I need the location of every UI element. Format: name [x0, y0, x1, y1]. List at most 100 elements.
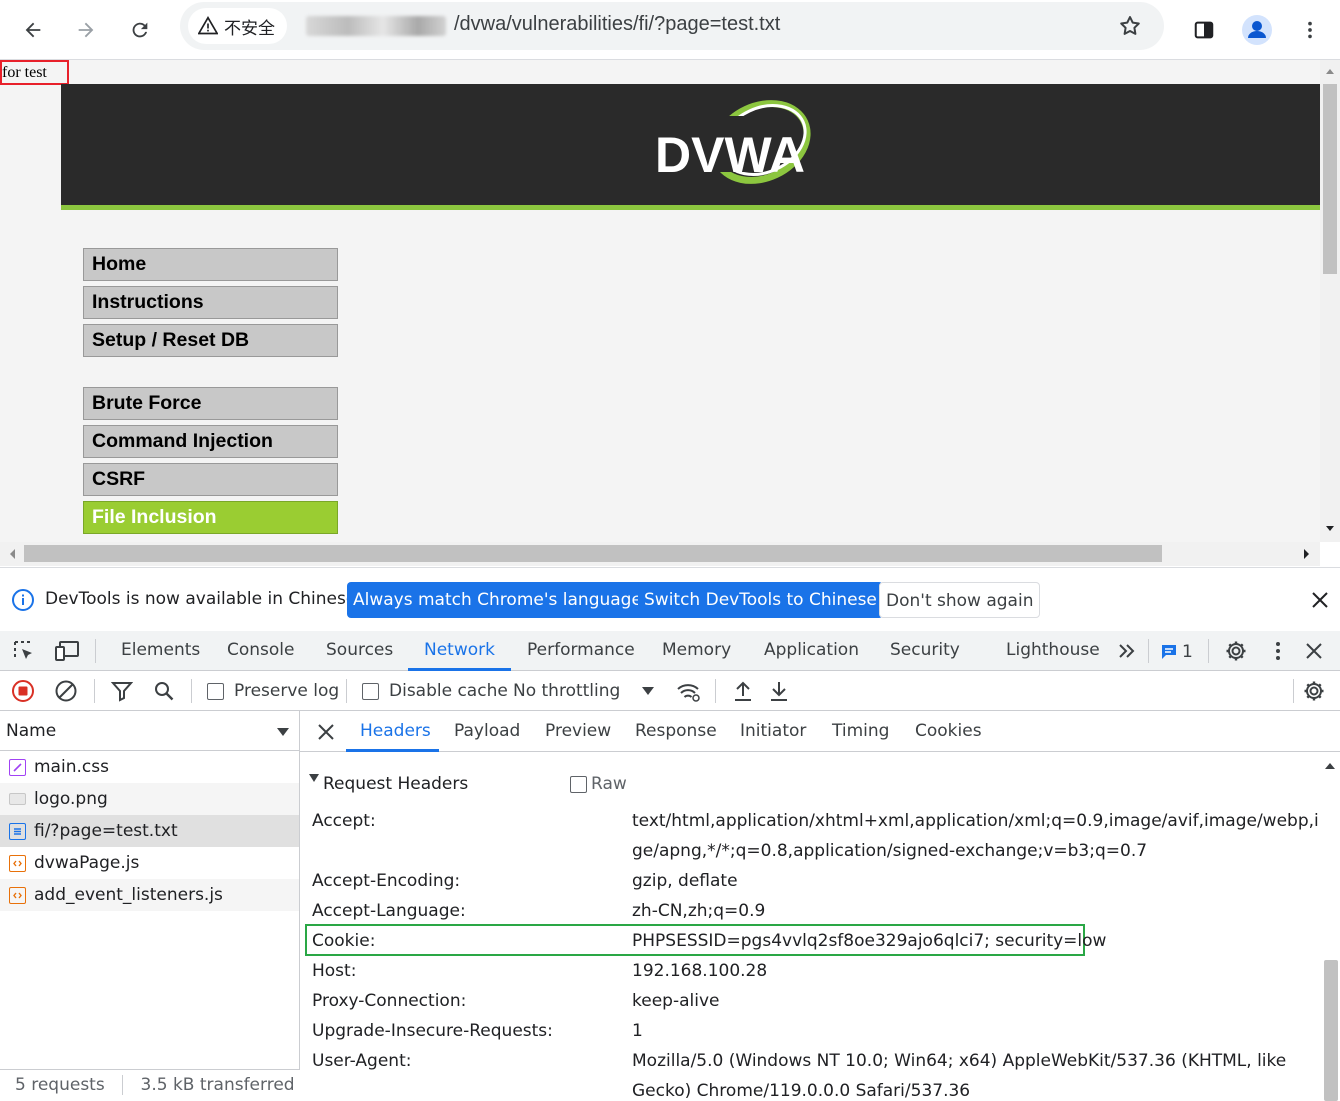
close-icon[interactable] — [317, 723, 335, 741]
name-column-header[interactable]: Name — [0, 711, 299, 751]
tab-console[interactable]: Console — [227, 640, 295, 660]
raw-checkbox[interactable] — [570, 776, 587, 793]
page-vertical-scrollbar[interactable] — [1320, 60, 1340, 542]
separator — [122, 1075, 124, 1095]
request-row[interactable]: fi/?page=test.txt — [0, 815, 299, 847]
network-settings-gear-icon[interactable] — [1302, 679, 1326, 703]
issues-count[interactable]: 1 — [1182, 642, 1193, 662]
tab-response[interactable]: Response — [635, 721, 717, 741]
chevron-down-icon[interactable] — [641, 686, 655, 696]
more-tabs-icon[interactable] — [1116, 640, 1138, 662]
info-icon — [12, 589, 34, 611]
header-value: text/html,application/xhtml+xml,applicat… — [632, 806, 1340, 866]
request-row[interactable]: add_event_listeners.js — [0, 879, 299, 911]
network-summary: 5 requests 3.5 kB transferred — [0, 1069, 300, 1101]
forward-button[interactable] — [66, 10, 106, 50]
tab-lighthouse[interactable]: Lighthouse — [1006, 640, 1100, 660]
switch-to-chinese-button[interactable]: Switch DevTools to Chinese — [638, 582, 883, 618]
menu-csrf[interactable]: CSRF — [83, 463, 338, 496]
more-vert-icon — [1308, 21, 1312, 39]
scroll-right-icon[interactable] — [1297, 542, 1317, 566]
clear-icon[interactable] — [54, 679, 78, 703]
tab-payload[interactable]: Payload — [454, 721, 520, 741]
export-har-icon[interactable] — [769, 680, 789, 702]
browser-menu-button[interactable] — [1290, 10, 1330, 50]
request-name: add_event_listeners.js — [34, 885, 223, 905]
inspect-element-icon[interactable] — [12, 639, 36, 663]
reload-button[interactable] — [120, 10, 160, 50]
headers-scrollbar[interactable] — [1320, 752, 1340, 1101]
network-conditions-icon[interactable] — [676, 681, 702, 703]
search-icon[interactable] — [153, 680, 175, 702]
tab-initiator[interactable]: Initiator — [740, 721, 806, 741]
header-name: Accept-Encoding: — [312, 871, 461, 891]
separator — [95, 639, 96, 663]
header-value: Mozilla/5.0 (Windows NT 10.0; Win64; x64… — [632, 1046, 1302, 1101]
tab-security[interactable]: Security — [890, 640, 960, 660]
page-viewport: for test DVWA Home Instructions Setup / … — [0, 60, 1340, 566]
scroll-up-icon[interactable] — [1320, 62, 1340, 82]
dont-show-again-button[interactable]: Don't show again — [879, 582, 1041, 618]
header-value-line: Mozilla/5.0 (Windows NT 10.0; Win64; x64… — [632, 1051, 1287, 1071]
sort-down-icon[interactable] — [276, 727, 290, 737]
preserve-log-checkbox[interactable] — [207, 683, 224, 700]
issues-icon[interactable] — [1160, 643, 1178, 661]
request-row[interactable]: main.css — [0, 751, 299, 783]
tab-application[interactable]: Application — [764, 640, 859, 660]
tab-cookies[interactable]: Cookies — [915, 721, 982, 741]
menu-file-inclusion[interactable]: File Inclusion — [83, 501, 338, 534]
scroll-left-icon[interactable] — [2, 542, 22, 566]
tab-elements[interactable]: Elements — [121, 640, 200, 660]
side-panel-button[interactable] — [1184, 10, 1224, 50]
tab-timing[interactable]: Timing — [832, 721, 889, 741]
scroll-down-icon[interactable] — [1320, 518, 1340, 538]
dvwa-header: DVWA — [61, 84, 1320, 210]
menu-brute-force[interactable]: Brute Force — [83, 387, 338, 420]
header-value: 1 — [632, 1021, 643, 1041]
more-vert-icon[interactable] — [1268, 640, 1288, 662]
throttling-select[interactable]: No throttling — [513, 681, 620, 701]
menu-instructions[interactable]: Instructions — [83, 286, 338, 319]
menu-home[interactable]: Home — [83, 248, 338, 281]
scroll-thumb[interactable] — [24, 545, 1162, 562]
settings-gear-icon[interactable] — [1224, 639, 1248, 663]
always-match-language-button[interactable]: Always match Chrome's language — [347, 582, 648, 618]
close-icon[interactable] — [1310, 590, 1330, 610]
svg-text:DVWA: DVWA — [655, 127, 805, 183]
profile-button[interactable] — [1237, 10, 1277, 50]
import-har-icon[interactable] — [733, 680, 753, 702]
request-name: fi/?page=test.txt — [34, 821, 178, 841]
page-horizontal-scrollbar[interactable] — [0, 542, 1320, 566]
network-toolbar: Preserve log Disable cache No throttling — [0, 671, 1340, 711]
tab-headers[interactable]: Headers — [360, 721, 431, 741]
reload-icon — [132, 22, 148, 38]
menu-setup-reset-db[interactable]: Setup / Reset DB — [83, 324, 338, 357]
header-value: zh-CN,zh;q=0.9 — [632, 901, 766, 921]
scroll-up-icon[interactable] — [1320, 758, 1340, 774]
scroll-thumb[interactable] — [1323, 84, 1337, 274]
back-button[interactable] — [13, 10, 53, 50]
filter-icon[interactable] — [111, 680, 133, 702]
separator — [715, 679, 716, 703]
tab-network[interactable]: Network — [424, 640, 495, 660]
menu-command-injection[interactable]: Command Injection — [83, 425, 338, 458]
triangle-down-icon[interactable] — [308, 773, 320, 783]
tab-sources[interactable]: Sources — [326, 640, 393, 660]
bookmark-star-icon[interactable] — [1118, 14, 1142, 38]
avatar-icon — [1242, 15, 1272, 45]
request-headers-section[interactable]: Request Headers Raw — [300, 764, 1320, 800]
address-bar[interactable]: 不安全 /dvwa/vulnerabilities/fi/?page=test.… — [180, 2, 1164, 50]
tab-preview[interactable]: Preview — [545, 721, 611, 741]
security-chip[interactable]: 不安全 — [188, 8, 287, 44]
tab-performance[interactable]: Performance — [527, 640, 635, 660]
script-file-icon — [9, 854, 26, 872]
request-row[interactable]: logo.png — [0, 783, 299, 815]
scroll-thumb[interactable] — [1324, 960, 1338, 1101]
tab-memory[interactable]: Memory — [662, 640, 731, 660]
close-devtools-icon[interactable] — [1304, 641, 1324, 661]
raw-label: Raw — [591, 774, 627, 794]
device-toolbar-icon[interactable] — [54, 639, 80, 663]
record-stop-icon[interactable] — [11, 679, 35, 703]
disable-cache-checkbox[interactable] — [362, 683, 379, 700]
request-row[interactable]: dvwaPage.js — [0, 847, 299, 879]
